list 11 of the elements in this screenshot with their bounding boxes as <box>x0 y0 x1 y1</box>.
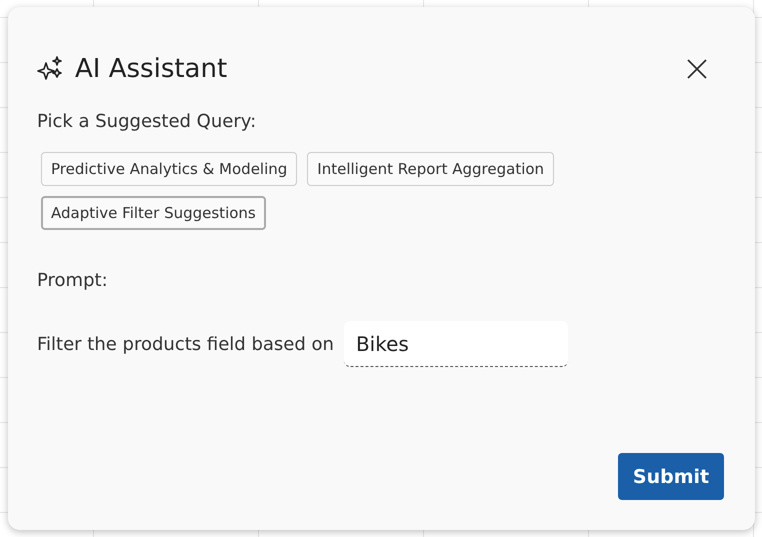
close-icon[interactable] <box>687 59 707 79</box>
prompt-text: Filter the products field based on <box>37 334 334 354</box>
prompt-input-field[interactable]: Bikes <box>344 321 568 367</box>
submit-button[interactable]: Submit <box>618 453 724 500</box>
prompt-label: Prompt: <box>37 270 109 291</box>
suggestion-chip[interactable]: Adaptive Filter Suggestions <box>41 196 266 230</box>
suggestion-chip[interactable]: Intelligent Report Aggregation <box>307 152 554 186</box>
suggestions-label: Pick a Suggested Query: <box>37 111 258 132</box>
dialog-title: AI Assistant <box>75 54 228 84</box>
sparkles-icon <box>37 55 65 83</box>
suggestion-chip[interactable]: Predictive Analytics & Modeling <box>41 152 298 186</box>
